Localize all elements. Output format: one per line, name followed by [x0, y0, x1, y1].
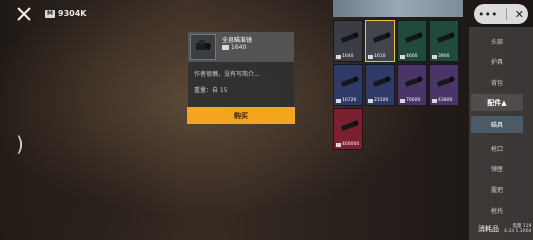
attachment-icon	[340, 32, 359, 43]
item-price: 400000	[336, 142, 359, 147]
currency-amount: 9304K	[58, 9, 87, 18]
item-price-value: 76600	[406, 98, 421, 103]
coin-icon	[400, 54, 405, 59]
item-thumbnail	[190, 34, 216, 60]
item-cell[interactable]: 1640	[333, 20, 363, 62]
sidebar-subitem-scopes[interactable]: 瞄具	[471, 116, 523, 133]
sidebar-item-backpack[interactable]: 背包	[469, 78, 525, 87]
close-icon[interactable]	[14, 4, 34, 24]
window-controls: ••• ✕	[474, 4, 528, 24]
attachment-icon	[340, 120, 359, 131]
item-price-value: 3900	[438, 54, 450, 59]
drawer-handle-icon[interactable]: )	[16, 132, 24, 156]
coin-icon	[432, 54, 437, 59]
status-line: 4.33 1.3X64	[504, 229, 532, 234]
item-price: 1640	[336, 54, 353, 59]
attachment-icon	[436, 76, 455, 87]
sidebar-subitem-grip[interactable]: 握把	[469, 185, 525, 194]
more-icon[interactable]: •••	[478, 8, 497, 21]
item-price-value: 1640	[231, 44, 247, 51]
coin-icon	[400, 98, 405, 103]
sidebar-subitem-stock[interactable]: 枪托	[469, 206, 525, 215]
sidebar-item-attachments[interactable]: 配件▲	[471, 94, 523, 111]
item-cell[interactable]: 1610	[365, 20, 395, 62]
coin-icon	[432, 98, 437, 103]
scope-icon	[196, 40, 211, 50]
coin-icon	[368, 98, 373, 103]
attachment-icon	[404, 76, 423, 87]
coin-icon: M	[45, 9, 55, 18]
item-detail-panel: 全息瞄准镜 1640 作者很懒，没有写简介... 重量：自 15	[188, 32, 294, 110]
item-price-value: 1610	[374, 54, 386, 59]
item-cell[interactable]: 400000	[333, 108, 363, 150]
close-icon[interactable]: ✕	[515, 8, 524, 21]
coin-icon	[368, 54, 373, 59]
item-price-value: 43800	[438, 98, 453, 103]
item-price: 21500	[368, 98, 388, 103]
status-readout: 电量 119 4.33 1.3X64	[504, 224, 531, 234]
item-weight-label: 重量：	[194, 87, 213, 94]
item-price: 1640	[222, 44, 246, 51]
item-price: 76600	[400, 98, 420, 103]
item-cell[interactable]: 3900	[429, 20, 459, 62]
item-price: 4600	[400, 54, 417, 59]
coin-icon	[222, 45, 229, 50]
currency-display: M 9304K	[45, 9, 86, 18]
divider	[505, 8, 507, 20]
item-price: 10720	[336, 98, 356, 103]
item-weight-value: 自 15	[212, 87, 228, 94]
item-cell[interactable]: 4600	[397, 20, 427, 62]
item-price: 3900	[432, 54, 449, 59]
item-detail-header: 全息瞄准镜 1640	[188, 32, 294, 62]
coin-icon	[336, 142, 341, 147]
preview-strip	[333, 0, 463, 17]
sidebar-subitem-magazine[interactable]: 弹匣	[469, 164, 525, 173]
item-price-value: 1640	[342, 54, 354, 59]
item-cell[interactable]: 43800	[429, 64, 459, 106]
item-description: 作者很懒，没有写简介...	[194, 71, 260, 78]
item-price: 1610	[368, 54, 385, 59]
coin-icon	[336, 98, 341, 103]
item-cell[interactable]: 10720	[333, 64, 363, 106]
buy-button[interactable]: 购买	[187, 107, 295, 124]
attachment-icon	[340, 76, 359, 87]
sidebar-item-consumables[interactable]: 消耗品	[478, 224, 499, 234]
attachment-icon	[436, 32, 455, 43]
item-cell[interactable]: 76600	[397, 64, 427, 106]
attachment-icon	[372, 76, 391, 87]
attachment-icon	[372, 32, 391, 43]
attachment-icon	[404, 32, 423, 43]
category-sidebar: 头部 护具 背包 配件▲ 瞄具 枪口 弹匣 握把 枪托	[469, 27, 533, 240]
item-price: 43800	[432, 98, 452, 103]
item-price-value: 4600	[406, 54, 418, 59]
item-price-value: 21500	[374, 98, 389, 103]
item-price-value: 400000	[342, 142, 360, 147]
sidebar-item-head[interactable]: 头部	[469, 37, 525, 46]
item-name: 全息瞄准镜	[222, 37, 253, 44]
item-weight: 重量：自 15	[194, 85, 228, 94]
coin-icon	[336, 54, 341, 59]
item-cell[interactable]: 21500	[365, 64, 395, 106]
item-price-value: 10720	[342, 98, 357, 103]
sidebar-subitem-muzzle[interactable]: 枪口	[469, 144, 525, 153]
sidebar-item-armor[interactable]: 护具	[469, 57, 525, 66]
